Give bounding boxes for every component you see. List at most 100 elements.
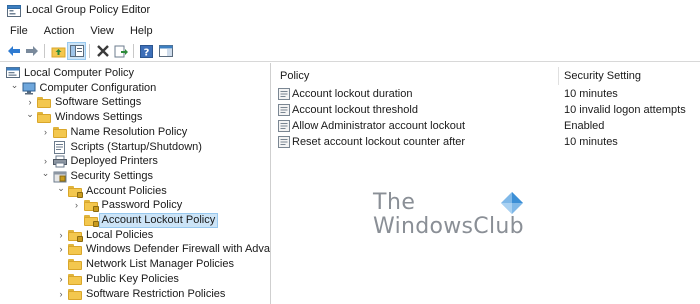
locked-folder-icon xyxy=(68,185,83,198)
tree-node-label: Security Settings xyxy=(70,169,154,182)
tree-node-windows-settings[interactable]: ⌄ Windows Settings xyxy=(0,109,270,125)
toolbar-separator xyxy=(133,44,134,58)
policy-row[interactable]: Reset account lockout counter after 10 mi… xyxy=(274,134,700,150)
tree-node-password-policy[interactable]: › Password Policy xyxy=(0,198,270,213)
tree-node-software-settings[interactable]: › Software Settings xyxy=(0,95,270,110)
tree-node-label: Local Policies xyxy=(86,228,154,241)
tree-node-windows-defender-firewall-with-advanced[interactable]: › Windows Defender Firewall with Advanced xyxy=(0,242,270,257)
computer-policy-icon xyxy=(6,67,20,80)
export-list-icon[interactable] xyxy=(112,43,129,59)
computer-icon xyxy=(22,82,36,95)
tree-node-label: Password Policy xyxy=(101,199,183,212)
chevron-down-icon[interactable]: ⌄ xyxy=(10,80,20,90)
toolbar-separator xyxy=(44,44,45,58)
tree-node-security-settings[interactable]: ⌄ Security Settings xyxy=(0,168,270,184)
watermark: The WindowsClub xyxy=(373,190,533,250)
group-policy-icon xyxy=(7,4,21,18)
folder-icon xyxy=(37,96,51,109)
chevron-right-icon[interactable]: › xyxy=(56,244,66,254)
chevron-right-icon[interactable]: › xyxy=(25,97,35,107)
folder-icon xyxy=(68,243,82,256)
watermark-line2: WindowsClub xyxy=(373,214,524,239)
toolbar-separator xyxy=(89,44,90,58)
policy-row[interactable]: Allow Administrator account lockout Enabl… xyxy=(274,118,700,134)
back-arrow-icon[interactable] xyxy=(5,43,22,59)
window-title: Local Group Policy Editor xyxy=(26,4,151,16)
column-header-policy[interactable]: Policy xyxy=(280,70,309,82)
menu-action[interactable]: Action xyxy=(36,22,83,40)
svg-text:?: ? xyxy=(144,47,150,58)
delete-x-icon[interactable] xyxy=(94,43,111,59)
properties-pane-icon[interactable] xyxy=(157,43,174,59)
tree-node-local-computer-policy[interactable]: Local Computer Policy xyxy=(0,66,270,81)
column-divider[interactable] xyxy=(558,67,559,85)
details-pane: Policy Security Setting Account lockout … xyxy=(274,63,700,304)
policy-setting-icon xyxy=(278,120,290,132)
tree-node-label: Computer Configuration xyxy=(39,81,157,94)
up-folder-icon[interactable] xyxy=(50,43,67,59)
tree-node-software-restriction-policies[interactable]: › Software Restriction Policies xyxy=(0,287,270,302)
locked-folder-icon xyxy=(68,229,83,242)
tree-node-label: Scripts (Startup/Shutdown) xyxy=(70,140,202,153)
tree-node-scripts-startup-shutdown[interactable]: Scripts (Startup/Shutdown) xyxy=(0,140,270,155)
help-icon[interactable]: ? xyxy=(138,43,155,59)
policy-name: Reset account lockout counter after xyxy=(292,136,466,148)
policy-setting-icon xyxy=(278,104,290,116)
menu-file[interactable]: File xyxy=(0,22,36,40)
column-header-security-setting[interactable]: Security Setting xyxy=(564,70,641,82)
menu-view[interactable]: View xyxy=(82,22,122,40)
folder-icon xyxy=(68,288,82,301)
chevron-right-icon[interactable]: › xyxy=(56,289,66,299)
policy-setting-icon xyxy=(278,88,290,100)
tree-node-label: Network List Manager Policies xyxy=(86,258,234,271)
policy-name: Allow Administrator account lockout xyxy=(292,120,466,132)
toolbar: ? xyxy=(0,40,700,62)
tree-node-network-list-manager-policies[interactable]: Network List Manager Policies xyxy=(0,257,270,272)
tree-node-label: Software Settings xyxy=(55,96,142,109)
security-setting-value: 10 minutes xyxy=(564,88,618,100)
watermark-line1: The xyxy=(373,190,416,215)
locked-folder-icon xyxy=(83,214,99,227)
tree-node-label: Windows Defender Firewall with Advanced xyxy=(86,243,271,256)
tree-node-name-resolution-policy[interactable]: › Name Resolution Policy xyxy=(0,125,270,140)
folder-icon xyxy=(68,258,82,271)
policy-name: Account lockout duration xyxy=(292,88,413,100)
tree-node-account-policies[interactable]: ⌄ Account Policies xyxy=(0,183,270,199)
tree-node-label: Deployed Printers xyxy=(70,155,158,168)
menu-help[interactable]: Help xyxy=(122,22,161,40)
chevron-down-icon[interactable]: ⌄ xyxy=(25,109,35,119)
locked-folder-icon xyxy=(83,199,99,213)
chevron-right-icon[interactable]: › xyxy=(56,230,66,240)
tree-node-computer-configuration[interactable]: ⌄ Computer Configuration xyxy=(0,80,270,96)
policy-setting-icon xyxy=(278,136,290,148)
chevron-right-icon[interactable]: › xyxy=(72,200,82,210)
tree-node-public-key-policies[interactable]: › Public Key Policies xyxy=(0,272,270,287)
security-setting-value: 10 minutes xyxy=(564,136,618,148)
forward-arrow-icon[interactable] xyxy=(23,43,40,59)
chevron-down-icon[interactable]: ⌄ xyxy=(41,168,51,178)
tree-node-label: Public Key Policies xyxy=(86,272,179,285)
chevron-right-icon[interactable]: › xyxy=(41,156,51,166)
chevron-down-icon[interactable]: ⌄ xyxy=(56,183,66,193)
folder-icon xyxy=(68,273,82,286)
windows-logo-icon xyxy=(499,190,525,216)
printer-icon xyxy=(52,155,67,168)
chevron-right-icon[interactable]: › xyxy=(41,127,51,137)
tree-node-local-policies[interactable]: › Local Policies xyxy=(0,228,270,243)
menu-bar: File Action View Help xyxy=(0,22,700,40)
policy-row[interactable]: Account lockout duration 10 minutes xyxy=(274,86,700,102)
script-icon xyxy=(53,140,67,154)
tree-node-account-lockout-policy[interactable]: Account Lockout Policy xyxy=(0,213,270,228)
tree-node-label: Software Restriction Policies xyxy=(86,287,226,300)
tree-node-label: Name Resolution Policy xyxy=(70,125,188,138)
tree-node-label: Account Policies xyxy=(86,184,167,197)
tree-node-label: Local Computer Policy xyxy=(24,67,135,79)
chevron-right-icon[interactable]: › xyxy=(56,274,66,284)
tree-node-label: Windows Settings xyxy=(55,111,143,124)
title-bar: Local Group Policy Editor xyxy=(0,0,700,22)
policy-name: Account lockout threshold xyxy=(292,104,418,116)
policy-row[interactable]: Account lockout threshold 10 invalid logo… xyxy=(274,102,700,118)
list-header: Policy Security Setting xyxy=(274,67,700,85)
show-hide-tree-icon[interactable] xyxy=(67,42,86,60)
security-settings-icon xyxy=(53,170,67,183)
